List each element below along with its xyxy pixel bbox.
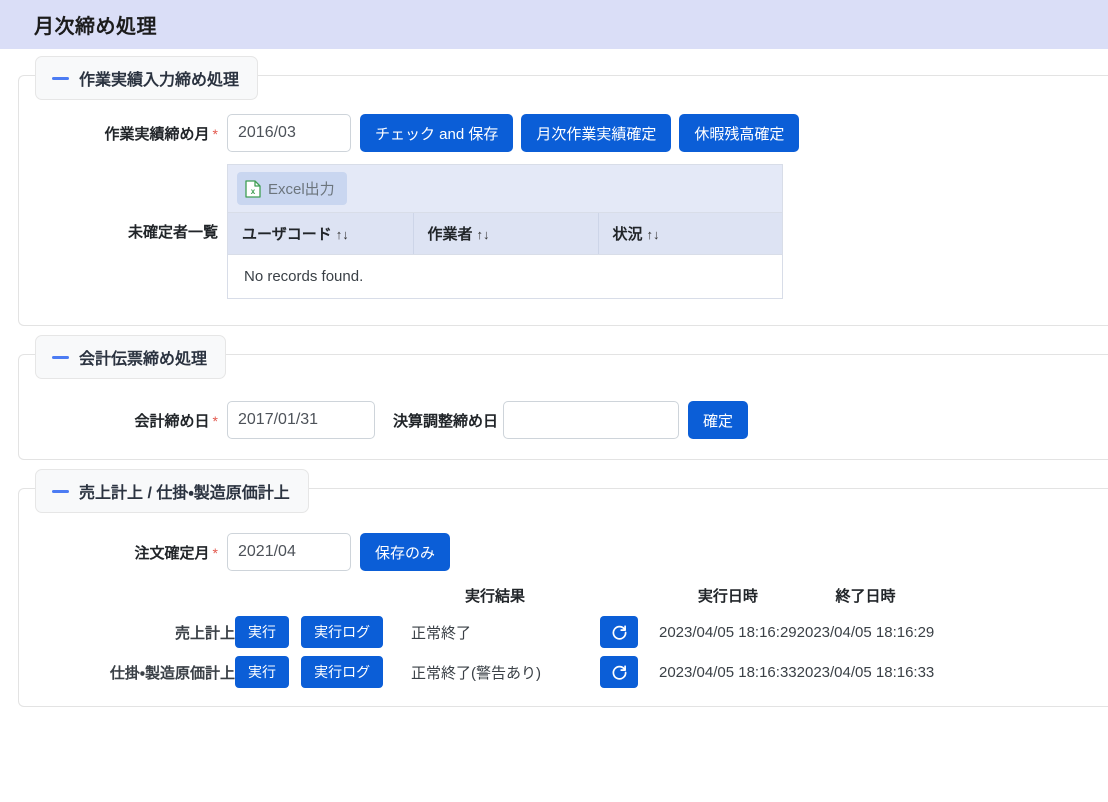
page-header: 月次締め処理 — [0, 0, 1108, 49]
unconfirmed-list-row: 未確定者一覧 x Excel出力 ユーザコード ↑↓ 作業者 ↑↓ 状況 ↑↓ … — [19, 164, 1108, 299]
end-time-sales-recording: 2023/04/05 18:16:29 — [796, 623, 935, 641]
column-header-end-time: 終了日時 — [835, 588, 896, 605]
work-record-month-label: 作業実績締め月 * — [104, 125, 218, 143]
exec-time-sales-recording: 2023/04/05 18:16:29 — [659, 623, 797, 641]
table-row-empty: No records found. — [228, 255, 782, 299]
result-wip-cost-recording: 正常終了(警告あり) — [411, 664, 541, 682]
result-sales-recording: 正常終了 — [411, 624, 472, 642]
collapse-minus-icon[interactable] — [52, 76, 69, 80]
monthly-work-record-confirm-button[interactable]: 月次作業実績確定 — [521, 114, 672, 152]
order-confirm-month-row: 注文確定月* 保存のみ — [19, 533, 1108, 571]
unconfirmed-list-label: 未確定者一覧 — [127, 224, 218, 241]
run-log-button-sales-recording[interactable]: 実行ログ — [301, 616, 384, 648]
row-label-sales-recording: 売上計上 — [174, 624, 235, 642]
no-records-message: No records found. — [244, 268, 364, 285]
run-button-sales-recording[interactable]: 実行 — [235, 616, 289, 648]
required-asterisk: * — [212, 125, 218, 142]
refresh-cell-wip-cost-recording — [579, 652, 659, 692]
row-actions-wip-cost-recording: 実行 実行ログ — [235, 652, 411, 692]
section-work-record-closing: 作業実績入力締め処理 作業実績締め月* チェック and 保存 月次作業実績確定… — [18, 56, 1108, 326]
page-title: 月次締め処理 — [34, 16, 157, 38]
end-time-wip-cost-recording: 2023/04/05 18:16:33 — [796, 663, 935, 681]
refresh-icon — [611, 664, 628, 681]
table-header-row: ユーザコード ↑↓ 作業者 ↑↓ 状況 ↑↓ — [228, 213, 782, 255]
section-sales-and-cost-recording: 売上計上 / 仕掛・製造原価計上 注文確定月* 保存のみ 実行結果 実行日時 終… — [18, 469, 1108, 707]
grid-toolbar: x Excel出力 — [228, 165, 782, 213]
svg-text:x: x — [251, 187, 256, 196]
execution-table-header-row: 実行結果 実行日時 終了日時 — [19, 581, 934, 612]
order-confirm-month-label: 注文確定月 * — [134, 544, 218, 562]
refresh-button-wip-cost-recording[interactable] — [600, 656, 638, 688]
column-header-exec-result: 実行結果 — [464, 588, 525, 605]
required-asterisk: * — [212, 412, 218, 429]
excel-export-label: Excel出力 — [268, 181, 335, 198]
required-asterisk: * — [212, 544, 218, 561]
settlement-adjustment-date-input[interactable] — [503, 401, 680, 439]
section-legend-label: 会計伝票締め処理 — [79, 351, 208, 368]
settlement-adjustment-date-label: 決算調整締め日 — [393, 412, 499, 430]
section-legend-sales-and-cost-recording[interactable]: 売上計上 / 仕掛・製造原価計上 — [35, 469, 309, 513]
section-legend-label: 作業実績入力締め処理 — [79, 72, 240, 89]
sort-icon[interactable]: ↑↓ — [477, 227, 490, 242]
row-actions-sales-recording: 実行 実行ログ — [235, 612, 411, 652]
excel-file-icon: x — [245, 179, 261, 198]
order-confirm-month-input[interactable] — [227, 533, 351, 571]
collapse-minus-icon[interactable] — [52, 489, 69, 493]
refresh-button-sales-recording[interactable] — [600, 616, 638, 648]
column-header-status[interactable]: 状況 ↑↓ — [598, 213, 782, 255]
work-record-month-row: 作業実績締め月* チェック and 保存 月次作業実績確定 休暇残高確定 — [19, 114, 1108, 152]
accounting-confirm-button[interactable]: 確定 — [688, 401, 749, 439]
excel-export-button[interactable]: x Excel出力 — [237, 172, 347, 205]
refresh-cell-sales-recording — [579, 612, 659, 652]
accounting-closing-date-input[interactable] — [227, 401, 375, 439]
section-legend-label: 売上計上 / 仕掛・製造原価計上 — [79, 485, 290, 502]
work-record-month-input[interactable] — [227, 114, 351, 152]
execution-results-table: 実行結果 実行日時 終了日時 売上計上 実行 実行ログ 正常終了 2023/04… — [19, 581, 934, 692]
unconfirmed-users-grid: x Excel出力 ユーザコード ↑↓ 作業者 ↑↓ 状況 ↑↓ No reco… — [227, 164, 783, 299]
table-row-wip-cost-recording: 仕掛・製造原価計上 実行 実行ログ 正常終了(警告あり) 2023/04/05 … — [19, 652, 934, 692]
row-label-wip-cost-recording: 仕掛・製造原価計上 — [109, 664, 235, 682]
collapse-minus-icon[interactable] — [52, 355, 69, 359]
accounting-closing-date-label: 会計締め日 * — [134, 412, 218, 430]
section-legend-work-record-closing[interactable]: 作業実績入力締め処理 — [35, 56, 259, 100]
run-button-wip-cost-recording[interactable]: 実行 — [235, 656, 289, 688]
column-header-worker[interactable]: 作業者 ↑↓ — [413, 213, 599, 255]
column-header-user-code[interactable]: ユーザコード ↑↓ — [228, 213, 414, 255]
unconfirmed-users-table: ユーザコード ↑↓ 作業者 ↑↓ 状況 ↑↓ No records found. — [228, 213, 782, 298]
exec-time-wip-cost-recording: 2023/04/05 18:16:33 — [659, 663, 797, 681]
accounting-closing-date-row: 会計締め日* 決算調整締め日 確定 — [19, 401, 1108, 439]
run-log-button-wip-cost-recording[interactable]: 実行ログ — [301, 656, 384, 688]
leave-balance-confirm-button[interactable]: 休暇残高確定 — [679, 114, 800, 152]
sort-icon[interactable]: ↑↓ — [336, 227, 349, 242]
check-and-save-button[interactable]: チェック and 保存 — [360, 114, 514, 152]
refresh-icon — [611, 624, 628, 641]
page-body: 作業実績入力締め処理 作業実績締め月* チェック and 保存 月次作業実績確定… — [0, 56, 1108, 707]
section-legend-accounting-slip-closing[interactable]: 会計伝票締め処理 — [35, 335, 227, 379]
actions-header — [235, 581, 411, 612]
table-row-sales-recording: 売上計上 実行 実行ログ 正常終了 2023/04/05 18:16:29 20… — [19, 612, 934, 652]
column-header-exec-time: 実行日時 — [697, 588, 758, 605]
section-accounting-slip-closing: 会計伝票締め処理 会計締め日* 決算調整締め日 確定 — [18, 335, 1108, 460]
refresh-header — [579, 581, 659, 612]
sort-icon[interactable]: ↑↓ — [647, 227, 660, 242]
save-only-button[interactable]: 保存のみ — [360, 533, 451, 571]
spacer-header — [19, 581, 235, 612]
